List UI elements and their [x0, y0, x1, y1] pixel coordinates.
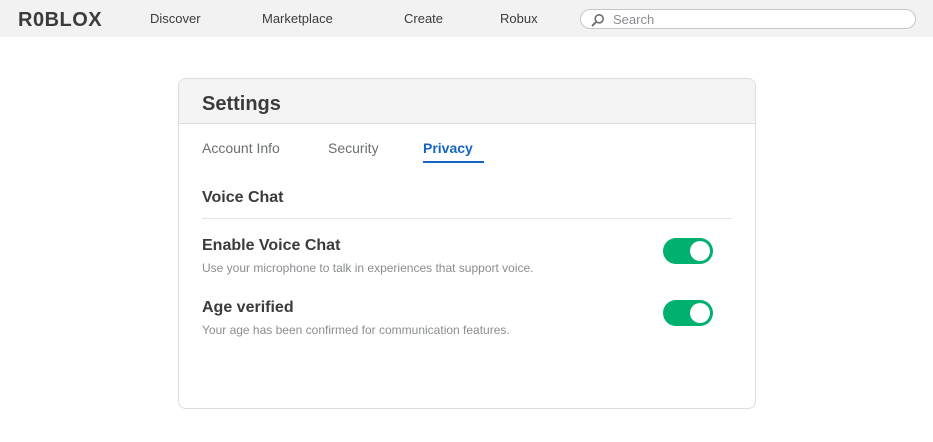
setting-description-age-verified: Your age has been confirmed for communic… — [202, 323, 510, 337]
tab-security[interactable]: Security — [328, 139, 379, 157]
enable-voice-chat-toggle[interactable] — [663, 238, 713, 264]
top-navigation-bar: R0BLOX Discover Marketplace Create Robux — [0, 0, 933, 37]
nav-marketplace[interactable]: Marketplace — [262, 11, 333, 27]
roblox-logo[interactable]: R0BLOX — [18, 9, 102, 31]
settings-header: Settings — [179, 79, 755, 124]
section-divider — [202, 218, 732, 219]
search-input[interactable] — [613, 11, 903, 27]
tab-account-info[interactable]: Account Info — [202, 139, 280, 157]
nav-create[interactable]: Create — [404, 11, 443, 27]
nav-discover[interactable]: Discover — [150, 11, 201, 27]
page-title: Settings — [202, 93, 281, 115]
nav-robux[interactable]: Robux — [500, 11, 538, 27]
toggle-knob — [690, 303, 710, 323]
search-box[interactable] — [580, 9, 916, 29]
tab-privacy[interactable]: Privacy — [423, 139, 473, 157]
setting-title-enable-voice-chat: Enable Voice Chat — [202, 237, 341, 254]
setting-description-enable-voice-chat: Use your microphone to talk in experienc… — [202, 261, 534, 275]
toggle-knob — [690, 241, 710, 261]
age-verified-toggle[interactable] — [663, 300, 713, 326]
search-icon — [591, 14, 604, 27]
setting-title-age-verified: Age verified — [202, 299, 294, 316]
active-tab-indicator — [423, 161, 484, 163]
settings-card: Settings Account Info Security Privacy V… — [178, 78, 756, 409]
section-title-voice-chat: Voice Chat — [202, 189, 284, 206]
